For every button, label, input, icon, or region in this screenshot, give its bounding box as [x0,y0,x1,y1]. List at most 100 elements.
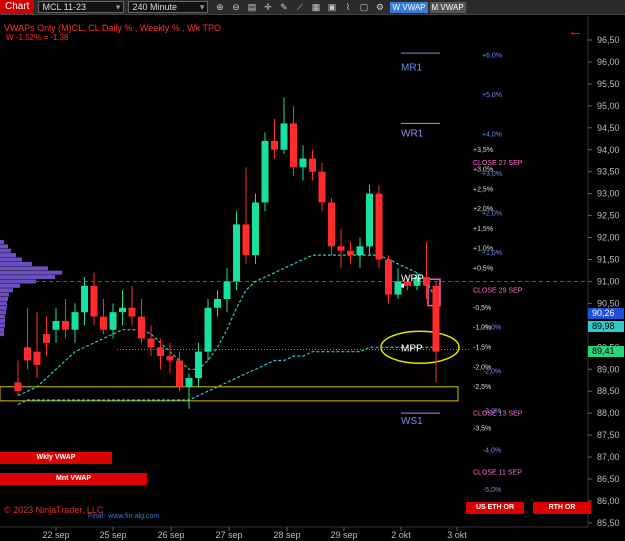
pivot-levels [0,278,588,402]
chart-title: VWAPs Only (M)CL, CL Daily % , Weekly % … [4,23,222,33]
tpo-row [0,270,62,275]
indicators-icon[interactable]: ⌇ [343,2,352,13]
candle-body [52,320,60,330]
x-tick-label: 26 sep [157,530,184,540]
tpo-row [0,248,11,253]
y-tick-label: 96,00 [597,57,620,67]
tpo-row [0,297,8,302]
mnt-vwap-button[interactable]: Mnt VWAP [0,473,147,485]
candle-body [33,351,41,365]
candle-body [280,123,288,150]
tpo-row [0,239,4,244]
tpo-row [0,323,5,328]
m-vwap-toggle[interactable]: M VWAP [429,1,466,13]
y-tick-label: 87,00 [597,452,620,462]
wkly-vwap-button[interactable]: Wkly VWAP [0,452,112,464]
time-axis: 22 sep 25 sep 26 sep 27 sep 28 sep 29 sep 2 ok… [42,527,467,540]
y-tick-label: 90,50 [597,298,620,308]
price-box-mvwap: 89,41 [588,345,624,357]
x-tick-label: 2 okt [391,530,411,540]
y-tick-label: 93,00 [597,189,620,199]
weekly-pct-label: +6,0% [482,53,502,60]
snapshot-icon[interactable]: ▢ [359,2,369,13]
daily-pct-label: -2,0% [473,364,491,371]
weekly-pct-label: -4,0% [483,448,501,455]
candle-body [138,316,145,339]
y-tick-label: 95,50 [597,79,620,89]
candle-body [195,351,202,379]
tpo-row [0,305,7,310]
tpo-row [0,314,5,319]
tpo-row [0,310,6,315]
y-tick-label: 94,00 [597,145,620,155]
candle-body [119,307,126,313]
ws-zone-box [0,386,459,402]
x-tick-label: 27 sep [215,530,242,540]
tpo-row [0,327,4,332]
chart-subtitle: W -1,52% = -1,38 [6,33,69,42]
weekly-pct-label: +4,0% [482,132,502,139]
final-text: Final [88,513,104,520]
x-tick-label: 28 sep [273,530,300,540]
chart-tab[interactable]: Chart [0,0,35,14]
price-box-last: 90,26 [588,308,624,320]
back-arrow-icon[interactable]: ← [568,24,583,39]
x-tick-label: 3 okt [447,530,467,540]
instrument-selector[interactable]: MCL 11-23 ▾ [38,1,125,13]
y-tick-label: 85,50 [597,518,620,528]
monthly-vwap-line [17,346,436,405]
price-axis: 96,50 96,00 95,50 95,00 94,50 94,00 93,50 93,00… [588,35,620,528]
candle-body [432,285,440,352]
w-vwap-toggle[interactable]: W VWAP [390,1,428,13]
candle-body [299,158,307,168]
daily-pct-label: +2,0% [473,206,493,213]
candle-body [214,299,221,308]
us-eth-or-button[interactable]: US ETH OR [466,502,524,514]
settings-icon[interactable]: ⚙ [375,2,384,13]
tpo-row [0,332,4,337]
candle-body [366,193,373,247]
candle-body [62,320,69,330]
tpo-row [0,257,22,262]
candle-body [157,347,164,357]
daily-pct-label: -1,5% [473,344,491,351]
candle-body [81,285,88,313]
close-label: CLOSE 13 SEP [473,410,523,417]
drawing-tools-icon[interactable]: ✎ [279,2,288,13]
candle-body [271,140,278,150]
daily-pct-label: +3,0% [473,167,493,174]
wr1-label: WR1 [401,129,424,140]
crosshair-icon[interactable]: ✛ [263,2,272,13]
candle-body [128,307,136,317]
trend-icon[interactable]: ⟋ [295,2,304,13]
y-tick-label: 96,50 [597,35,620,45]
close-label: CLOSE 29 SEP [473,287,523,294]
candle-body [290,123,297,168]
chevron-down-icon: ▾ [199,2,205,12]
timeframe-selector[interactable]: 240 Minute ▾ [128,1,209,13]
daily-pct-label: -1,0% [473,325,491,332]
candle-body [147,338,155,348]
candle-body [242,224,250,256]
y-tick-label: 88,00 [597,408,620,418]
y-tick-label: 89,00 [597,364,620,374]
close-label: CLOSE 11 SEP [473,470,522,477]
candle-body [71,312,79,330]
candle-body [100,316,107,330]
tpo-row [0,261,32,266]
tpo-row [0,288,13,293]
zoom-out-icon[interactable]: ⊖ [231,2,240,13]
rth-or-button[interactable]: RTH OR [533,502,591,514]
daily-pct-label: +3,5% [473,147,493,154]
website-text: - www.fin-alg.com [104,513,160,520]
properties-icon[interactable]: ▤ [247,2,257,13]
level-labels: MR1 WR1 WPP MPP WS1 +6,0% +5,0% +4,0% +3,0% +2,0%… [401,53,523,494]
candle-body [337,246,345,251]
daily-pct-label: +1,0% [473,246,493,253]
mpp-label: MPP [401,344,423,355]
candle-body [347,250,354,256]
zoom-in-icon[interactable]: ⊕ [215,2,224,13]
candle-body [252,202,259,256]
templates-icon[interactable]: ▦ [311,2,321,13]
strategies-icon[interactable]: ▣ [327,2,337,13]
